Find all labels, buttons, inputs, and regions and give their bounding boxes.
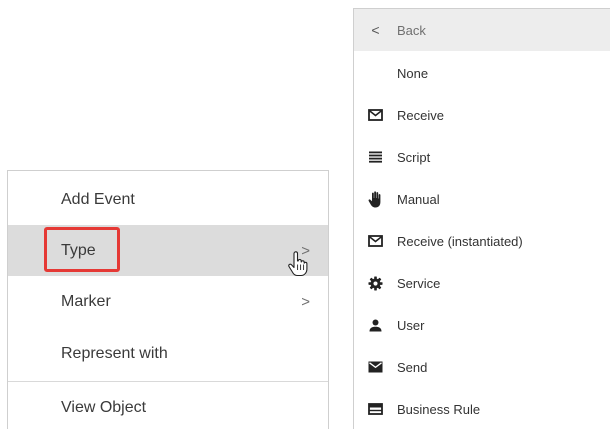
menu-item-label: Type xyxy=(61,241,96,259)
submenu-item-label: Manual xyxy=(397,191,440,207)
back-label: Back xyxy=(397,22,426,38)
chevron-left-icon: < xyxy=(371,22,380,38)
user-icon xyxy=(369,319,382,331)
submenu-item-label: Receive (instantiated) xyxy=(397,233,523,249)
gear-icon xyxy=(368,275,383,291)
submenu-item-label: Business Rule xyxy=(397,401,481,417)
submenu-item-label: None xyxy=(397,65,429,81)
back-button[interactable]: < Back xyxy=(354,9,610,51)
envelope-filled-icon xyxy=(368,361,383,373)
submenu-item-receive[interactable]: Receive xyxy=(354,94,610,136)
submenu-item-service[interactable]: Service xyxy=(354,262,610,304)
hand-icon xyxy=(368,190,381,207)
submenu-item-receive-instantiated[interactable]: Receive (instantiated) xyxy=(354,220,610,262)
submenu-item-label: Send xyxy=(397,359,428,375)
menu-item-marker[interactable]: Marker > xyxy=(8,276,328,327)
submenu-item-manual[interactable]: Manual xyxy=(354,178,610,220)
menu-item-label: Marker xyxy=(61,292,111,310)
script-lines-icon xyxy=(369,151,382,163)
context-menu: Add Event Type > Marker > Represent with… xyxy=(7,170,329,429)
submenu-item-script[interactable]: Script xyxy=(354,136,610,178)
menu-item-add-event[interactable]: Add Event xyxy=(8,174,328,225)
submenu-item-user[interactable]: User xyxy=(354,304,610,346)
type-submenu: < Back None Receive Script Manual Receiv… xyxy=(353,8,610,429)
business-rule-table-icon xyxy=(368,403,383,415)
menu-item-view-object[interactable]: View Object xyxy=(8,382,328,433)
hand-pointer-cursor-icon xyxy=(288,251,308,277)
envelope-outline-icon xyxy=(368,235,383,247)
submenu-item-label: Script xyxy=(397,149,431,165)
submenu-item-label: Service xyxy=(397,275,441,291)
menu-item-label: Represent with xyxy=(61,344,168,362)
submenu-item-label: Receive xyxy=(397,107,444,123)
submenu-item-none[interactable]: None xyxy=(354,52,610,94)
menu-item-label: View Object xyxy=(61,398,147,416)
submenu-item-label: User xyxy=(397,317,425,333)
chevron-right-icon: > xyxy=(301,293,310,310)
menu-item-represent-with[interactable]: Represent with xyxy=(8,328,328,379)
envelope-outline-icon xyxy=(368,109,383,121)
menu-item-type[interactable]: Type > xyxy=(8,225,328,276)
submenu-item-send[interactable]: Send xyxy=(354,346,610,388)
menu-item-label: Add Event xyxy=(61,190,135,208)
submenu-item-business-rule[interactable]: Business Rule xyxy=(354,388,610,430)
